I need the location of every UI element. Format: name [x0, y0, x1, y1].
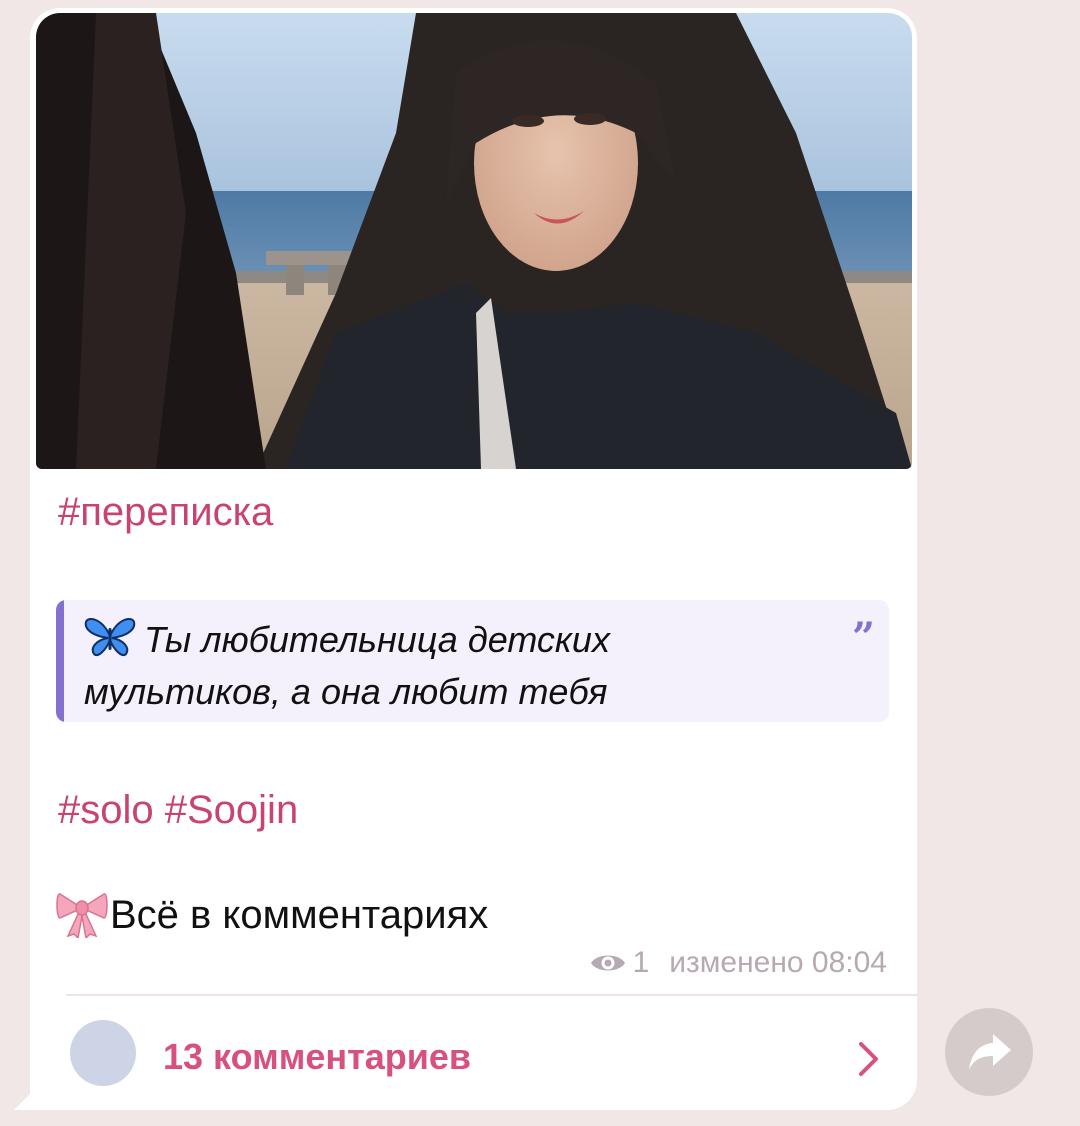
edited-label: изменено — [669, 946, 804, 979]
hashtag-perepiska[interactable]: #переписка — [58, 490, 273, 534]
hashtag-soojin[interactable]: #Soojin — [165, 788, 298, 832]
cta-text: Всё в комментариях — [110, 893, 489, 937]
blockquote: Ты любительница детских мультиков, а она… — [56, 600, 889, 722]
comments-button[interactable]: 13 комментариев — [30, 996, 917, 1110]
ribbon-emoji-icon — [56, 893, 108, 940]
hashtag-solo[interactable]: #solo — [58, 788, 154, 832]
quote-mark-icon: ” — [851, 614, 875, 661]
avatar — [70, 1020, 136, 1086]
hashtag-line-top: #переписка — [58, 490, 273, 535]
bubble-tail — [14, 1080, 44, 1110]
quote-accent-bar — [56, 600, 64, 722]
message-meta: 1 изменено 08:04 — [589, 946, 887, 980]
call-to-action: Всё в комментариях — [56, 888, 489, 940]
view-count: 1 — [632, 946, 650, 979]
message-time: 08:04 — [811, 946, 887, 979]
comments-count-label: 13 комментариев — [163, 1036, 472, 1077]
quote-text: Ты любительница детских мультиков, а она… — [84, 619, 610, 712]
photo-image — [36, 13, 912, 469]
post-photo[interactable] — [36, 13, 912, 469]
share-button[interactable] — [945, 1008, 1033, 1096]
chevron-right-icon — [859, 1042, 878, 1076]
share-arrow-icon — [969, 1034, 1011, 1070]
hashtag-line-bottom: #solo #Soojin — [58, 788, 298, 833]
quote-content: Ты любительница детских мультиков, а она… — [84, 614, 804, 718]
eye-icon — [590, 955, 625, 971]
butterfly-emoji-icon — [84, 618, 136, 656]
message-bubble: #переписка Ты любительница детских мульт… — [30, 8, 917, 1110]
